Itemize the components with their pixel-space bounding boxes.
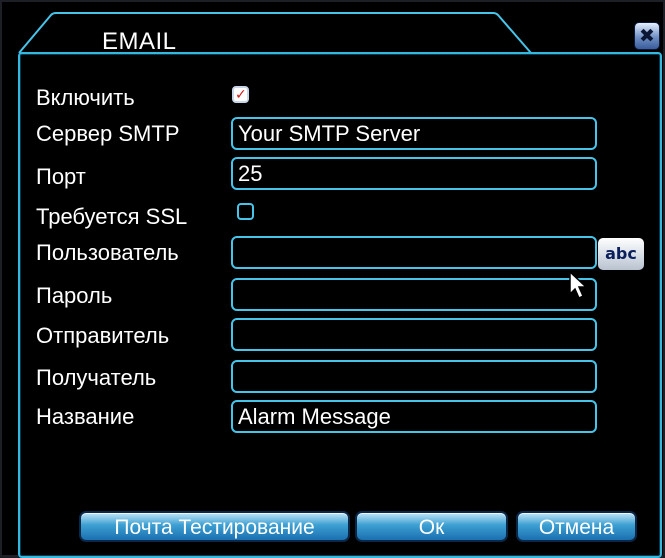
- user-input[interactable]: [231, 236, 597, 269]
- close-button[interactable]: ✖: [634, 22, 660, 50]
- sender-label: Отправитель: [36, 323, 170, 348]
- receiver-label: Получатель: [36, 365, 157, 390]
- user-label: Пользователь: [36, 240, 179, 265]
- sender-input[interactable]: [231, 318, 597, 351]
- smtp-server-label: Сервер SMTP: [36, 121, 180, 146]
- receiver-input[interactable]: [231, 360, 597, 393]
- port-label: Порт: [36, 164, 86, 189]
- enable-checkbox[interactable]: ✓: [232, 86, 249, 103]
- cancel-button[interactable]: Отмена: [516, 511, 637, 542]
- title-tab: EMAIL: [18, 12, 533, 55]
- password-label: Пароль: [36, 283, 113, 308]
- check-icon: ✓: [235, 86, 247, 102]
- mouse-cursor-icon: [569, 270, 588, 300]
- ssl-label: Требуется SSL: [36, 204, 188, 229]
- enable-label: Включить: [36, 85, 135, 110]
- subject-input[interactable]: Alarm Message: [231, 400, 597, 433]
- ssl-checkbox[interactable]: [237, 203, 254, 220]
- port-input[interactable]: 25: [231, 157, 597, 190]
- subject-label: Название: [36, 404, 135, 429]
- close-icon: ✖: [639, 25, 655, 47]
- email-dialog: EMAIL ✖ Включить ✓ Сервер SMTP Your SMTP…: [0, 0, 665, 558]
- test-email-button[interactable]: Почта Тестирование: [79, 511, 350, 542]
- ok-button[interactable]: Ок: [355, 511, 508, 542]
- keyboard-button[interactable]: abc: [598, 238, 644, 270]
- title-tab-outline: [18, 12, 532, 54]
- smtp-server-input[interactable]: Your SMTP Server: [231, 117, 597, 150]
- password-input[interactable]: [231, 278, 597, 311]
